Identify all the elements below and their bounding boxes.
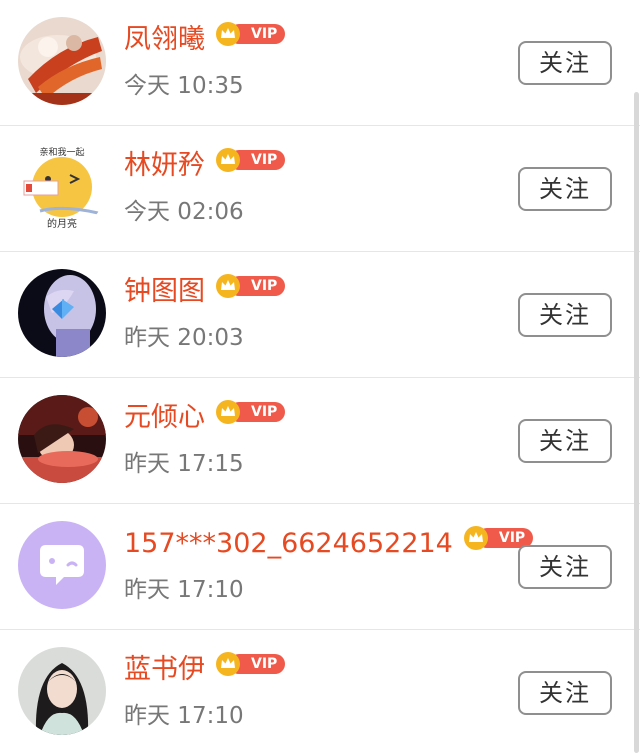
avatar[interactable] <box>18 395 106 483</box>
follow-button[interactable]: 关注 <box>518 41 612 85</box>
vip-badge: VIP <box>215 652 286 676</box>
user-name[interactable]: 凤翎曦 <box>124 20 205 60</box>
scrollbar[interactable] <box>634 92 639 753</box>
user-name[interactable]: 蓝书伊 <box>124 650 205 690</box>
list-item[interactable]: 亲和我一起 的月亮 林妍矜 VIP 今天 02:06 关注 <box>0 126 640 252</box>
avatar[interactable]: 亲和我一起 的月亮 <box>18 143 106 231</box>
crown-icon <box>216 652 240 676</box>
follower-list: 凤翎曦 VIP 今天 10:35 关注 亲和我一起 的月亮 林妍矜 VIP 今天… <box>0 0 640 753</box>
vip-badge: VIP <box>215 274 286 298</box>
vip-badge: VIP <box>215 400 286 424</box>
vip-badge: VIP <box>215 148 286 172</box>
follow-button[interactable]: 关注 <box>518 293 612 337</box>
chat-bubble-icon <box>18 521 106 609</box>
user-name[interactable]: 元倾心 <box>124 398 205 438</box>
timestamp: 昨天 17:10 <box>124 703 244 729</box>
timestamp: 昨天 17:10 <box>124 577 244 603</box>
crown-icon <box>216 274 240 298</box>
list-item[interactable]: 蓝书伊 VIP 昨天 17:10 关注 <box>0 630 640 753</box>
follow-button[interactable]: 关注 <box>518 419 612 463</box>
list-item[interactable]: 157***302_6624652214 VIP 昨天 17:10 关注 <box>0 504 640 630</box>
timestamp: 今天 10:35 <box>124 73 244 99</box>
list-item[interactable]: 元倾心 VIP 昨天 17:15 关注 <box>0 378 640 504</box>
avatar[interactable] <box>18 17 106 105</box>
user-name[interactable]: 钟图图 <box>124 272 205 312</box>
follow-button[interactable]: 关注 <box>518 545 612 589</box>
avatar[interactable] <box>18 521 106 609</box>
avatar[interactable] <box>18 647 106 735</box>
avatar[interactable] <box>18 269 106 357</box>
timestamp: 昨天 17:15 <box>124 451 244 477</box>
crown-icon <box>216 148 240 172</box>
list-item[interactable]: 钟图图 VIP 昨天 20:03 关注 <box>0 252 640 378</box>
avatar-caption-top: 亲和我一起 <box>39 146 84 158</box>
follow-button[interactable]: 关注 <box>518 671 612 715</box>
crown-icon <box>216 400 240 424</box>
follow-button[interactable]: 关注 <box>518 167 612 211</box>
crown-icon <box>216 22 240 46</box>
user-name[interactable]: 林妍矜 <box>124 146 205 186</box>
crown-icon <box>463 526 488 550</box>
list-item[interactable]: 凤翎曦 VIP 今天 10:35 关注 <box>0 0 640 126</box>
vip-badge: VIP <box>215 22 286 46</box>
timestamp: 昨天 20:03 <box>124 325 244 351</box>
avatar-caption-bottom: 的月亮 <box>47 217 77 230</box>
user-name[interactable]: 157***302_6624652214 <box>124 524 453 564</box>
timestamp: 今天 02:06 <box>124 199 244 225</box>
